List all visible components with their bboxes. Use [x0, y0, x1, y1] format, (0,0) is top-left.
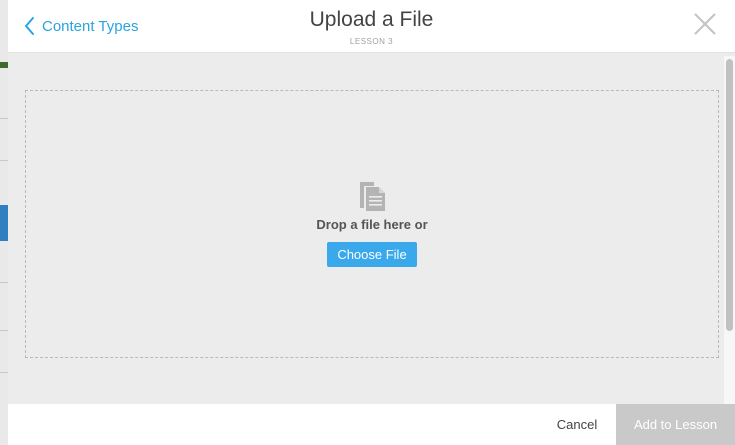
modal-footer: Cancel Add to Lesson: [8, 404, 735, 445]
add-to-lesson-button[interactable]: Add to Lesson: [616, 404, 735, 445]
backdrop-divider: [0, 160, 8, 161]
close-icon: [694, 13, 716, 35]
file-document-icon: [358, 180, 388, 212]
backdrop-divider: [0, 372, 8, 373]
cancel-button[interactable]: Cancel: [543, 404, 611, 445]
scrollbar-thumb[interactable]: [726, 59, 733, 331]
modal-body: Drop a file here or Choose File: [8, 53, 735, 404]
modal-header: Content Types Upload a File LESSON 3: [8, 0, 735, 53]
modal-subtitle: LESSON 3: [349, 37, 394, 46]
modal-title: Upload a File: [309, 8, 434, 31]
backdrop-divider: [0, 118, 8, 119]
backdrop-strip: [0, 62, 8, 68]
scrollbar[interactable]: [724, 56, 735, 404]
backdrop-strip: [0, 205, 8, 241]
upload-file-modal: Content Types Upload a File LESSON 3 Dro…: [8, 0, 735, 445]
backdrop-divider: [0, 330, 8, 331]
backdrop-divider: [0, 282, 8, 283]
page-backdrop: [0, 0, 8, 445]
close-button[interactable]: [693, 12, 717, 36]
choose-file-button[interactable]: Choose File: [327, 242, 417, 267]
drop-prompt: Drop a file here or: [316, 217, 428, 232]
file-dropzone[interactable]: Drop a file here or Choose File: [25, 90, 719, 358]
